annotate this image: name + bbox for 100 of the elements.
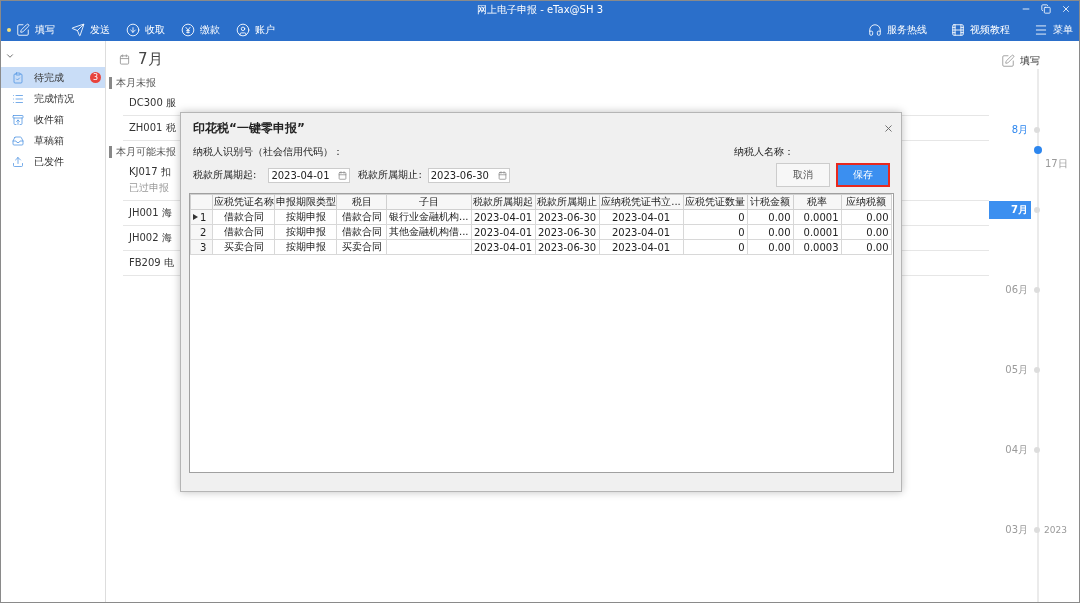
- table-cell: 0.0003: [793, 239, 842, 255]
- table-cell: 按期申报: [274, 224, 337, 240]
- table-cell: 0.00: [747, 239, 794, 255]
- timeline-dot: [1034, 287, 1040, 293]
- date-field[interactable]: 2023-06-30: [427, 167, 510, 183]
- toolbar-button[interactable]: 缴款: [181, 23, 220, 37]
- count-badge: 3: [90, 72, 101, 83]
- table-cell: 买卖合同: [212, 239, 275, 255]
- sidebar-label: 收件箱: [34, 112, 64, 127]
- task-title[interactable]: ZH001 税: [129, 121, 176, 135]
- table-cell: 借款合同: [212, 224, 275, 240]
- row-number: 1: [200, 211, 207, 223]
- field-label: 纳税人识别号（社会信用代码）：: [193, 145, 343, 159]
- timeline-dot: [1034, 447, 1040, 453]
- column-header[interactable]: 应纳税额: [841, 194, 892, 210]
- sidebar-label: 草稿箱: [34, 133, 64, 148]
- sidebar-item[interactable]: 完成情况: [1, 88, 105, 109]
- table-cell: 2023-04-01: [471, 209, 536, 225]
- task-title[interactable]: DC300 服: [129, 96, 176, 110]
- sidebar-item[interactable]: 已发件: [1, 151, 105, 172]
- table-cell: 2023-04-01: [599, 239, 684, 255]
- restore-icon[interactable]: [1041, 4, 1051, 14]
- column-header[interactable]: 应税凭证名称: [212, 194, 275, 210]
- column-header[interactable]: 税率: [793, 194, 842, 210]
- timeline-dot: [1034, 127, 1040, 133]
- column-header[interactable]: 税款所属期止: [535, 194, 600, 210]
- column-header[interactable]: 计税金额: [747, 194, 794, 210]
- sidebar-label: 完成情况: [34, 91, 74, 106]
- write-link[interactable]: 填写: [1001, 53, 1079, 69]
- edit-icon: [1001, 54, 1015, 68]
- table-cell: 0.0001: [793, 209, 842, 225]
- yen-icon: [181, 23, 195, 37]
- year-label: 2023: [1044, 525, 1067, 535]
- draft-icon: [12, 134, 24, 147]
- sidebar-item[interactable]: 草稿箱: [1, 130, 105, 151]
- timeline-dot: [1034, 527, 1040, 533]
- sidebar-label: 待完成: [34, 70, 64, 85]
- sidebar-item[interactable]: 待完成 3: [1, 67, 105, 88]
- table-cell: 2023-04-01: [599, 224, 684, 240]
- cancel-button[interactable]: 取消: [776, 163, 830, 187]
- column-header[interactable]: 子目: [386, 194, 472, 210]
- table-cell: 按期申报: [274, 209, 337, 225]
- date-field[interactable]: 2023-04-01: [268, 167, 351, 183]
- table-cell: 2023-04-01: [471, 239, 536, 255]
- table-cell: 2023-06-30: [535, 239, 600, 255]
- toolbar-button[interactable]: 收取: [126, 23, 165, 37]
- chevron-icon[interactable]: [5, 51, 15, 61]
- column-header[interactable]: 税款所属期起: [471, 194, 536, 210]
- user-icon: [236, 23, 250, 37]
- window-title: 网上电子申报 - eTax@SH 3: [477, 3, 603, 17]
- calendar-icon: [119, 53, 130, 65]
- table-cell: 0: [683, 239, 748, 255]
- field-label: 税款所属期起:: [193, 168, 257, 182]
- timeline-dot: [1034, 207, 1040, 213]
- table-cell: 借款合同: [212, 209, 275, 225]
- film-icon: [951, 23, 965, 37]
- task-title[interactable]: KJ017 扣: [129, 165, 171, 179]
- toolbar-button[interactable]: 填写: [7, 23, 55, 37]
- column-header[interactable]: 税目: [336, 194, 387, 210]
- sidebar-item[interactable]: 收件箱: [1, 109, 105, 130]
- section-title: 本月未报: [109, 77, 989, 89]
- table-cell: 0.00: [747, 209, 794, 225]
- toolbar-button[interactable]: 服务热线: [868, 23, 927, 37]
- table-cell: 0.00: [841, 209, 892, 225]
- toolbar-button[interactable]: 视频教程: [951, 23, 1010, 37]
- toolbar-button[interactable]: 菜单: [1034, 23, 1073, 37]
- headset-icon: [868, 23, 882, 37]
- toolbar-button[interactable]: 发送: [71, 23, 110, 37]
- column-header[interactable]: 应税凭证数量: [683, 194, 748, 210]
- download-icon: [126, 23, 140, 37]
- table-cell: 2023-04-01: [471, 224, 536, 240]
- active-dot: [7, 28, 11, 32]
- table-cell: 0.00: [747, 224, 794, 240]
- table-cell: 按期申报: [274, 239, 337, 255]
- table-cell: 0.0001: [793, 224, 842, 240]
- task-title[interactable]: JH002 海: [129, 231, 172, 245]
- upload-icon: [12, 155, 24, 168]
- calendar-icon[interactable]: [338, 170, 348, 180]
- sidebar-label: 已发件: [34, 154, 64, 169]
- paper-plane-icon: [71, 23, 85, 37]
- column-header[interactable]: 申报期限类型: [274, 194, 337, 210]
- close-button[interactable]: [883, 122, 894, 134]
- edit-icon: [16, 23, 30, 37]
- table-cell: 借款合同: [336, 224, 387, 240]
- timeline-dot: [1034, 367, 1040, 373]
- timeline-month[interactable]: 8月: [989, 121, 1031, 139]
- menu-icon: [1034, 23, 1048, 37]
- today-dot: [1034, 146, 1042, 154]
- calendar-icon[interactable]: [497, 170, 507, 180]
- task-title[interactable]: FB209 电: [129, 256, 174, 270]
- toolbar-button[interactable]: 账户: [236, 23, 275, 37]
- task-title[interactable]: JH001 海: [129, 206, 172, 220]
- table-cell: 其他金融机构借...: [386, 224, 472, 240]
- close-icon[interactable]: [1061, 4, 1071, 14]
- row-number: 2: [200, 226, 207, 238]
- field-label: 纳税人名称：: [734, 145, 794, 159]
- table-cell: 2023-06-30: [535, 224, 600, 240]
- table-cell: 0: [683, 224, 748, 240]
- column-header[interactable]: 应纳税凭证书立...: [599, 194, 684, 210]
- row-number: 3: [200, 241, 207, 253]
